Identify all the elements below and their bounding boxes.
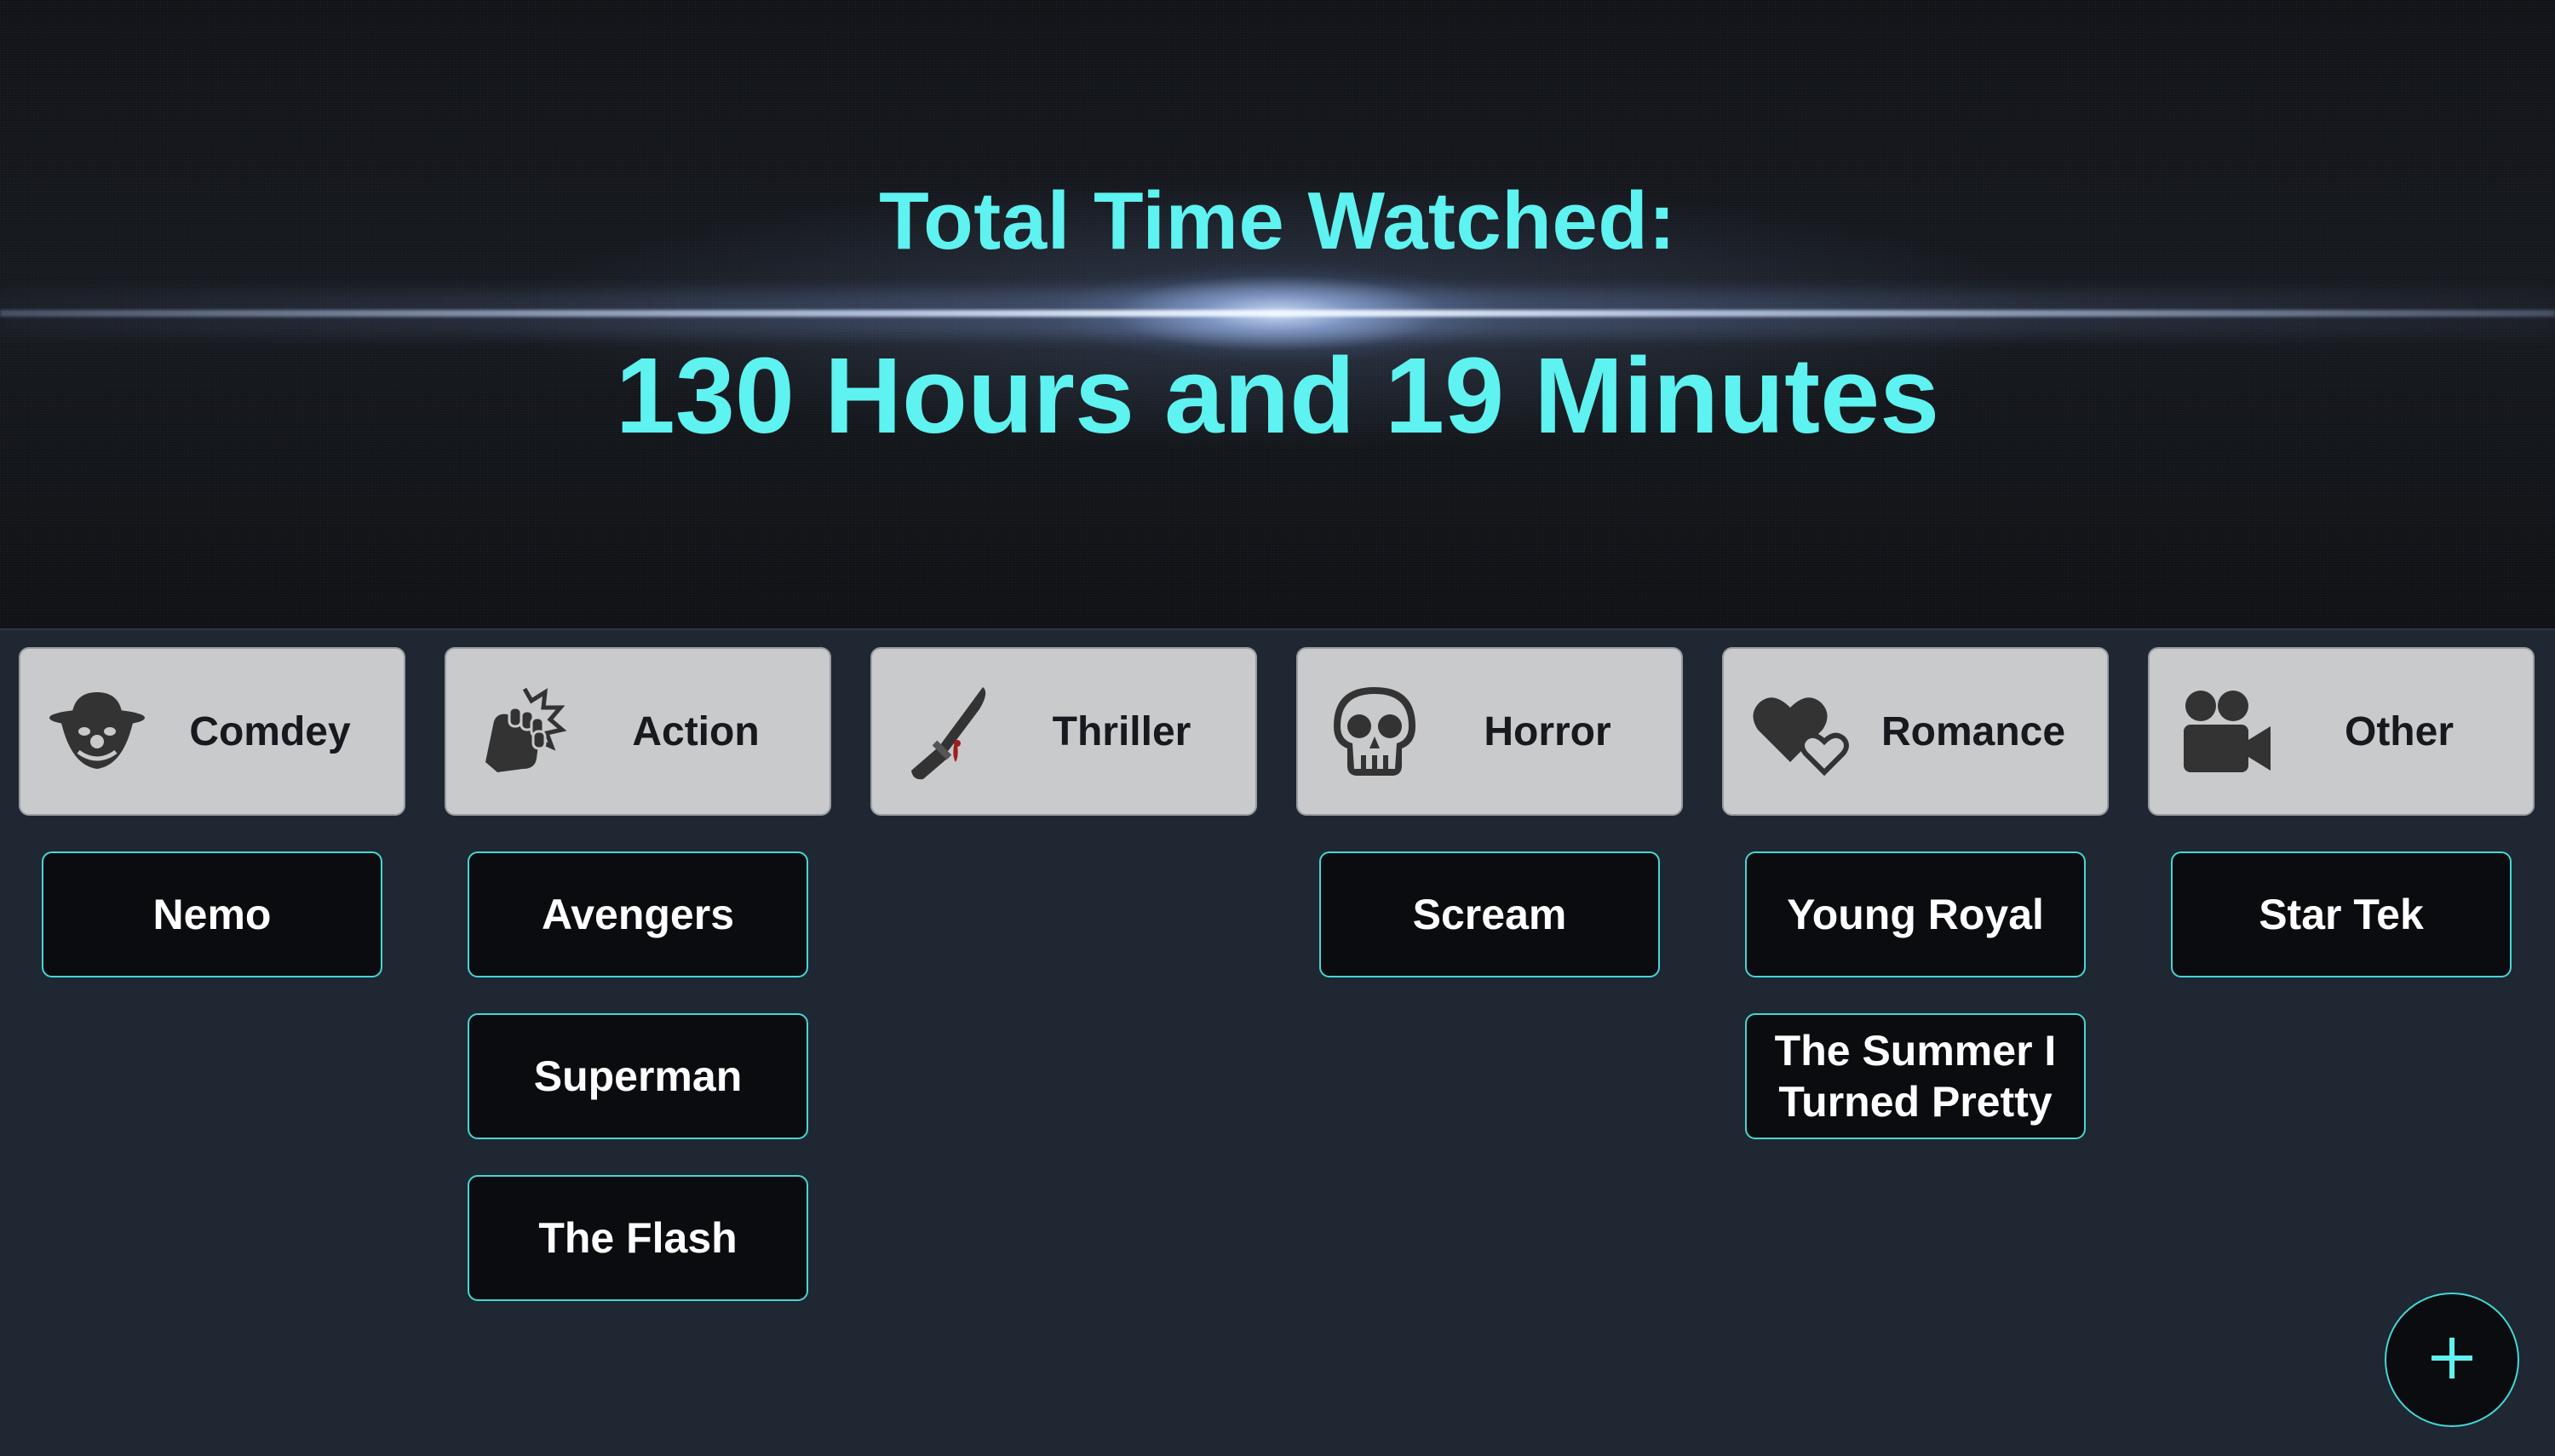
movie-card[interactable]: Superman — [468, 1013, 808, 1139]
clown-face-icon — [46, 680, 148, 782]
add-movie-button[interactable] — [2385, 1293, 2519, 1427]
genre-header-romance[interactable]: Romance — [1722, 647, 2109, 816]
total-time-value: 130 Hours and 19 Minutes — [615, 335, 1940, 456]
movie-list-other: Star Tek — [2171, 851, 2512, 977]
genre-header-comedy[interactable]: Comdey — [19, 647, 405, 816]
hearts-icon — [1749, 680, 1852, 782]
bloody-knife-icon — [898, 680, 1000, 782]
movie-list-horror: Scream — [1319, 851, 1660, 977]
genre-label-other: Other — [2344, 708, 2454, 754]
genre-header-other[interactable]: Other — [2148, 647, 2535, 816]
movie-card[interactable]: Young Royal — [1745, 851, 2086, 977]
video-camera-icon — [2175, 680, 2277, 782]
genre-column-comedy: Comdey Nemo — [17, 647, 407, 1301]
total-time-label: Total Time Watched: — [879, 175, 1676, 267]
genre-label-horror: Horror — [1484, 708, 1611, 754]
genre-header-horror[interactable]: Horror — [1296, 647, 1683, 816]
genre-label-thriller: Thriller — [1052, 708, 1191, 754]
genre-label-romance: Romance — [1880, 708, 2066, 754]
genre-header-action[interactable]: Action — [445, 647, 831, 816]
movie-card[interactable]: Avengers — [468, 851, 808, 977]
plus-icon — [2426, 1333, 2477, 1388]
fist-punch-icon — [472, 680, 574, 782]
genre-column-horror: Horror Scream — [1295, 647, 1685, 1301]
movie-card[interactable]: Star Tek — [2171, 851, 2512, 977]
genre-header-thriller[interactable]: Thriller — [870, 647, 1257, 816]
genre-column-action: Action Avengers Superman The Flash — [443, 647, 833, 1301]
skull-icon — [1323, 680, 1426, 782]
movie-card[interactable]: Nemo — [42, 851, 382, 977]
genre-column-other: Other Star Tek — [2146, 647, 2536, 1301]
movie-list-romance: Young Royal The Summer I Turned Pretty — [1745, 851, 2086, 1139]
genre-label-action: Action — [632, 708, 760, 754]
movie-list-action: Avengers Superman The Flash — [468, 851, 808, 1301]
movie-card[interactable]: The Flash — [468, 1175, 808, 1301]
movie-card[interactable]: The Summer I Turned Pretty — [1745, 1013, 2086, 1139]
hero-banner: Total Time Watched: 130 Hours and 19 Min… — [0, 0, 2555, 630]
genre-column-romance: Romance Young Royal The Summer I Turned … — [1720, 647, 2110, 1301]
lens-flare-line — [0, 310, 2555, 317]
genre-columns: Comdey Nemo Action Avengers Superman The… — [17, 647, 2538, 1301]
genre-label-comedy: Comdey — [189, 708, 351, 754]
movie-list-comedy: Nemo — [42, 851, 382, 977]
genre-column-thriller: Thriller — [869, 647, 1259, 1301]
movie-card[interactable]: Scream — [1319, 851, 1660, 977]
